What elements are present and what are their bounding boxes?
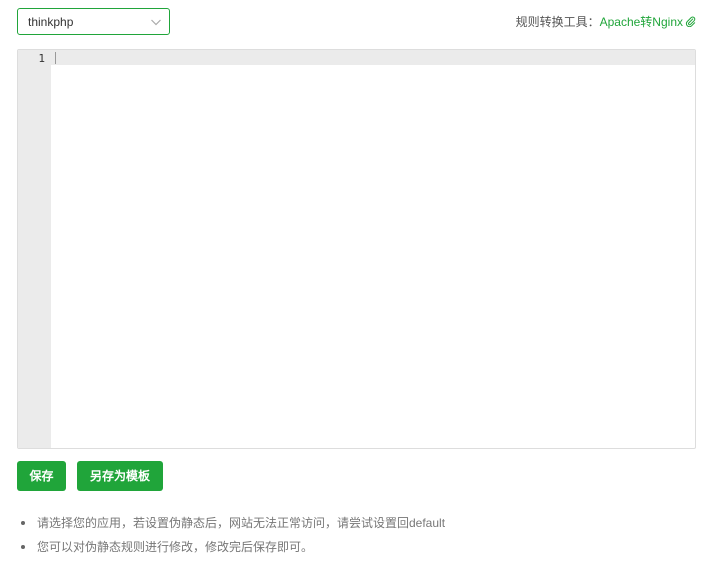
bullet-icon (21, 521, 25, 525)
save-as-template-button[interactable]: 另存为模板 (77, 461, 163, 491)
rewrite-rule-select[interactable]: thinkphp (17, 8, 170, 35)
tips-list: 请选择您的应用，若设置伪静态后，网站无法正常访问，请尝试设置回default 您… (21, 513, 445, 561)
paperclip-icon (685, 16, 696, 27)
apache-to-nginx-link-text: Apache转Nginx (599, 15, 683, 29)
text-cursor (55, 52, 56, 64)
tip-item: 请选择您的应用，若设置伪静态后，网站无法正常访问，请尝试设置回default (21, 513, 445, 537)
editor-active-line (51, 50, 695, 65)
save-button[interactable]: 保存 (17, 461, 66, 491)
rule-converter: 规则转换工具：Apache转Nginx (516, 14, 696, 30)
tip-item: 您可以对伪静态规则进行修改，修改完后保存即可。 (21, 537, 445, 561)
rewrite-rule-select-value: thinkphp (28, 15, 74, 29)
rewrite-rule-editor[interactable]: 1 (17, 49, 696, 449)
rule-converter-label: 规则转换工具： (515, 15, 600, 29)
tip-text: 请选择您的应用，若设置伪静态后，网站无法正常访问，请尝试设置回default (37, 516, 446, 530)
apache-to-nginx-link[interactable]: Apache转Nginx (600, 15, 696, 29)
line-number: 1 (38, 52, 45, 65)
editor-gutter: 1 (18, 50, 51, 448)
tip-text: 您可以对伪静态规则进行修改，修改完后保存即可。 (37, 540, 314, 554)
bullet-icon (21, 545, 25, 549)
chevron-down-icon (151, 19, 161, 26)
